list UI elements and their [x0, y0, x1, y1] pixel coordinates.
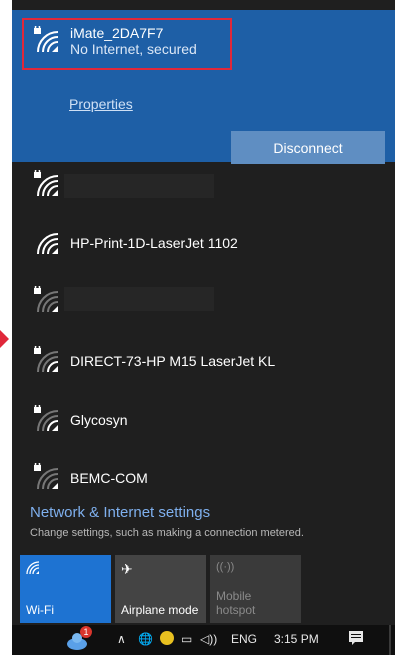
language-indicator[interactable]: ENG: [231, 632, 257, 646]
callout-arrow: [0, 330, 9, 348]
network-settings-link[interactable]: Network & Internet settings: [30, 504, 210, 521]
top-strip: [12, 0, 395, 10]
battery-icon[interactable]: ▭: [181, 632, 192, 646]
connected-status: No Internet, secured: [70, 41, 197, 57]
disconnect-button[interactable]: Disconnect: [231, 131, 385, 164]
network-name: HP-Print-1D-LaserJet 1102: [70, 235, 238, 251]
network-settings-subtitle: Change settings, such as making a connec…: [30, 527, 304, 539]
secured-wifi-icon: [32, 346, 66, 376]
hotspot-icon: ((·)): [216, 561, 235, 573]
properties-link[interactable]: Properties: [69, 96, 133, 112]
app-tray-icon[interactable]: [160, 631, 174, 645]
network-item[interactable]: DIRECT-73-HP M15 LaserJet KL: [32, 346, 275, 376]
network-item[interactable]: Glycosyn: [32, 405, 128, 435]
tile-label: Mobile hotspot: [216, 589, 256, 617]
network-flyout: iMate_2DA7F7 No Internet, secured Proper…: [12, 0, 395, 625]
network-name: BEMC-COM: [70, 470, 148, 486]
tile-label: Airplane mode: [121, 603, 199, 617]
network-item[interactable]: [32, 286, 66, 316]
redacted-network-name: [64, 287, 214, 311]
network-item[interactable]: [32, 170, 66, 200]
volume-icon[interactable]: ◁)): [200, 632, 217, 646]
network-globe-icon[interactable]: 🌐: [138, 632, 153, 646]
wifi-icon: [32, 228, 66, 258]
connected-ssid: iMate_2DA7F7: [70, 25, 164, 41]
show-desktop-divider[interactable]: [389, 625, 391, 655]
secured-wifi-icon: [32, 463, 66, 493]
network-item[interactable]: BEMC-COM: [32, 463, 148, 493]
notification-badge: 1: [80, 626, 92, 638]
airplane-mode-tile[interactable]: ✈ Airplane mode: [115, 555, 206, 623]
network-item[interactable]: HP-Print-1D-LaserJet 1102: [32, 228, 238, 258]
secured-wifi-icon: [32, 405, 66, 435]
clock[interactable]: 3:15 PM: [274, 632, 319, 646]
connected-network-panel[interactable]: iMate_2DA7F7 No Internet, secured Proper…: [12, 10, 395, 164]
chevron-up-icon[interactable]: ∧: [117, 632, 126, 646]
mobile-hotspot-tile[interactable]: ((·)) Mobile hotspot: [210, 555, 301, 623]
airplane-icon: ✈: [121, 561, 133, 577]
tile-label: Wi-Fi: [26, 603, 54, 617]
redacted-network-name: [64, 174, 214, 198]
wifi-toggle-tile[interactable]: Wi-Fi: [20, 555, 111, 623]
network-name: Glycosyn: [70, 412, 128, 428]
network-name: DIRECT-73-HP M15 LaserJet KL: [70, 353, 276, 369]
secured-wifi-icon: [32, 286, 66, 316]
secured-wifi-icon: [32, 26, 66, 56]
wifi-icon: [26, 561, 42, 578]
connected-network-row[interactable]: iMate_2DA7F7 No Internet, secured: [32, 25, 197, 57]
action-center-icon[interactable]: [348, 630, 364, 649]
secured-wifi-icon: [32, 170, 66, 200]
taskbar: 1 ∧ 🌐 ▭ ◁)) ENG 3:15 PM: [12, 625, 395, 655]
